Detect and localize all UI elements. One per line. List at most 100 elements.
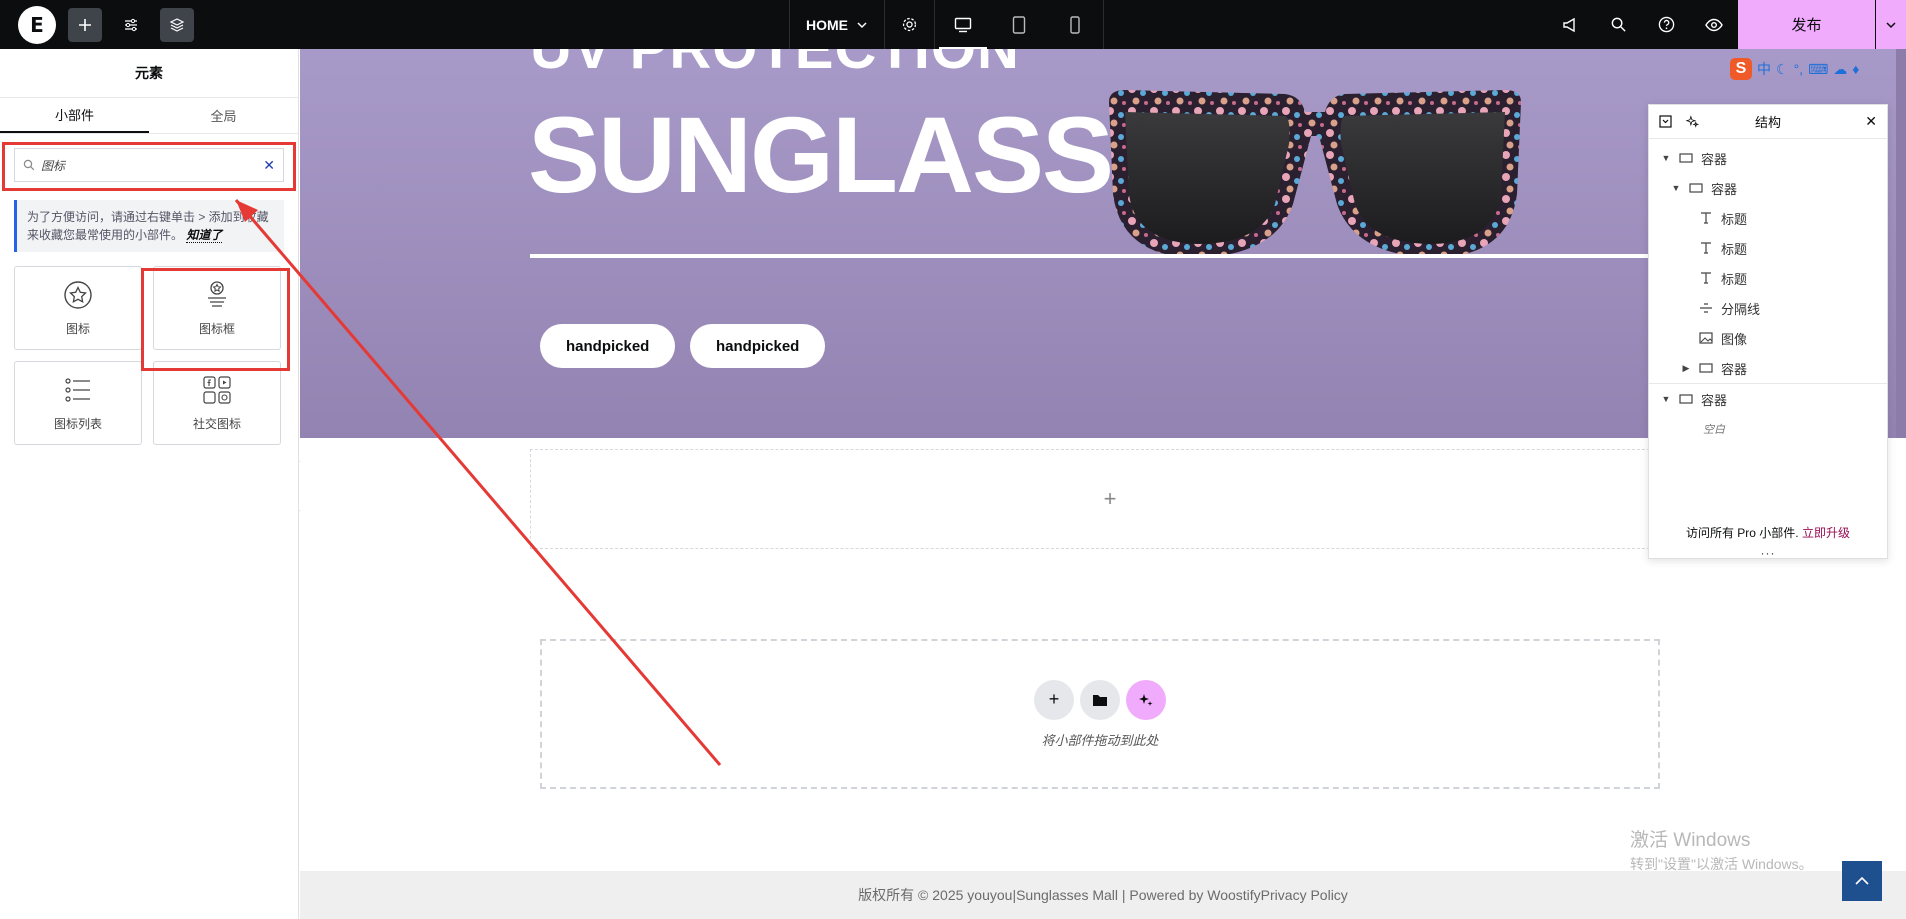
- tree-item[interactable]: 标题: [1649, 233, 1887, 263]
- windows-activation-watermark: 激活 Windows 转到"设置"以激活 Windows。: [1630, 825, 1813, 874]
- panel-title: 元素: [0, 49, 298, 98]
- structure-title: 结构: [1754, 115, 1781, 130]
- tree-item-label: 容器: [1701, 392, 1728, 408]
- heading-icon: [1701, 242, 1711, 254]
- site-settings-button[interactable]: [114, 8, 148, 42]
- caret-down-icon[interactable]: ▼: [1661, 394, 1671, 404]
- page-selector[interactable]: HOME: [790, 0, 885, 49]
- favorites-tip-dismiss-link[interactable]: 知道了: [186, 228, 223, 243]
- search-icon: [1611, 17, 1626, 32]
- hero-subheading[interactable]: UV PROTECTION: [530, 49, 1020, 82]
- keyboard-icon[interactable]: ⌨: [1808, 61, 1828, 78]
- page-selector-label: HOME: [806, 16, 848, 33]
- desktop-mode-button[interactable]: [935, 0, 991, 49]
- tree-item-label: 标题: [1721, 241, 1748, 257]
- highlight-icon-box-widget: [141, 268, 290, 371]
- tree-empty-label: 空白: [1703, 424, 1725, 436]
- skin-icon[interactable]: ♦: [1852, 61, 1859, 77]
- hero-heading[interactable]: SUNGLASS: [528, 101, 1114, 209]
- watermark-subtitle: 转到"设置"以激活 Windows。: [1630, 856, 1813, 872]
- ai-generate-button[interactable]: [1126, 679, 1166, 720]
- chevron-up-icon: [1855, 876, 1869, 885]
- tree-item[interactable]: 分隔线: [1649, 293, 1887, 323]
- mobile-mode-button[interactable]: [1047, 0, 1103, 49]
- desktop-icon: [954, 17, 972, 32]
- widget-social-icons[interactable]: 社交图标: [153, 361, 281, 445]
- elementor-logo[interactable]: E: [18, 5, 56, 44]
- tab-global[interactable]: 全局: [149, 98, 298, 133]
- tree-item[interactable]: ▶ 容器: [1649, 353, 1887, 383]
- voice-icon[interactable]: ☁: [1833, 61, 1847, 78]
- empty-container[interactable]: +: [530, 449, 1690, 549]
- sparkle-icon[interactable]: [1686, 115, 1699, 128]
- hero-divider[interactable]: [530, 254, 1770, 258]
- ime-mode-toggle[interactable]: 中: [1757, 59, 1771, 79]
- tree-item-label: 分隔线: [1721, 301, 1761, 317]
- collapse-panel-icon[interactable]: [1659, 115, 1672, 128]
- tree-item-label: 图像: [1721, 331, 1748, 347]
- sliders-icon: [125, 18, 137, 31]
- tree-item[interactable]: ▼ 容器: [1649, 143, 1887, 173]
- upgrade-link[interactable]: 立即升级: [1802, 526, 1850, 540]
- canvas-scrollbar[interactable]: [1896, 49, 1906, 438]
- hero-tag-button[interactable]: handpicked: [690, 324, 826, 368]
- divider-icon: [1700, 303, 1712, 313]
- tree-item[interactable]: 标题: [1649, 203, 1887, 233]
- structure-tree: ▼ 容器 ▼ 容器 标题 标题 标题 分隔线 图像 ▶ 容器 ▼ 容器 空白: [1649, 139, 1887, 444]
- topbar-right-group: 发布: [1546, 0, 1906, 49]
- icon-list-icon: [65, 377, 90, 402]
- moon-icon[interactable]: ☾: [1776, 61, 1789, 78]
- chevron-down-icon: [1886, 21, 1896, 28]
- sunglasses-image[interactable]: [1105, 84, 1525, 264]
- heading-icon: [1701, 212, 1711, 224]
- preview-button[interactable]: [1690, 0, 1738, 49]
- punctuation-icon[interactable]: °,: [1794, 61, 1804, 77]
- caret-right-icon[interactable]: ▶: [1681, 363, 1691, 374]
- add-element-button[interactable]: [68, 7, 102, 42]
- favorites-tip: 为了方便访问，请通过右键单击 > 添加到收藏来收藏您最常使用的小部件。 知道了: [14, 200, 284, 252]
- tree-item[interactable]: 图像: [1649, 323, 1887, 353]
- finder-button[interactable]: [1594, 0, 1642, 49]
- whats-new-button[interactable]: [1546, 0, 1594, 49]
- mobile-icon: [1070, 15, 1080, 34]
- widget-icon-list[interactable]: 图标列表: [14, 361, 142, 445]
- site-footer[interactable]: 版权所有 © 2025 youyou|Sunglasses Mall | Pow…: [300, 871, 1906, 919]
- caret-down-icon[interactable]: ▼: [1671, 183, 1681, 193]
- help-button[interactable]: [1642, 0, 1690, 49]
- tree-item[interactable]: 标题: [1649, 263, 1887, 293]
- close-icon[interactable]: ✕: [1865, 113, 1877, 130]
- tablet-icon: [1012, 15, 1026, 34]
- tab-widgets[interactable]: 小部件: [0, 98, 149, 133]
- image-icon: [1699, 332, 1713, 344]
- watermark-title: 激活 Windows: [1630, 830, 1751, 851]
- add-template-button[interactable]: [1080, 679, 1120, 720]
- caret-down-icon[interactable]: ▼: [1661, 153, 1671, 163]
- panel-tabs: 小部件 全局: [0, 98, 298, 134]
- structure-toggle-button[interactable]: [160, 7, 194, 42]
- megaphone-icon: [1563, 17, 1575, 32]
- resize-handle[interactable]: ···: [1649, 546, 1887, 560]
- tree-item[interactable]: ▼ 容器: [1649, 173, 1887, 203]
- publish-options-button[interactable]: [1876, 0, 1906, 49]
- layers-icon: [169, 17, 185, 32]
- topbar-left-group: E: [0, 0, 194, 49]
- container-icon: [1689, 183, 1703, 193]
- container-icon: [1699, 363, 1713, 373]
- hero-tag-button[interactable]: handpicked: [540, 324, 676, 368]
- dropzone-actions: +: [1034, 679, 1166, 720]
- sparkle-icon: [1139, 693, 1153, 706]
- highlight-search-box: [2, 142, 296, 191]
- pro-upsell: 访问所有 Pro 小部件. 立即升级: [1649, 524, 1887, 541]
- elementor-logo-icon: E: [30, 12, 44, 37]
- ime-logo-icon[interactable]: S: [1730, 58, 1752, 80]
- container-icon: [1679, 394, 1693, 404]
- widget-drop-zone[interactable]: + 将小部件拖动到此处: [540, 639, 1660, 789]
- topbar-center-group: HOME: [789, 0, 1104, 49]
- tablet-mode-button[interactable]: [991, 0, 1047, 49]
- add-section-button[interactable]: +: [1034, 679, 1074, 720]
- publish-button[interactable]: 发布: [1738, 0, 1876, 49]
- tree-item[interactable]: ▼ 容器: [1649, 384, 1887, 414]
- scroll-to-top-button[interactable]: [1842, 861, 1882, 901]
- page-settings-button[interactable]: [885, 0, 935, 49]
- widget-icon[interactable]: 图标: [14, 266, 142, 350]
